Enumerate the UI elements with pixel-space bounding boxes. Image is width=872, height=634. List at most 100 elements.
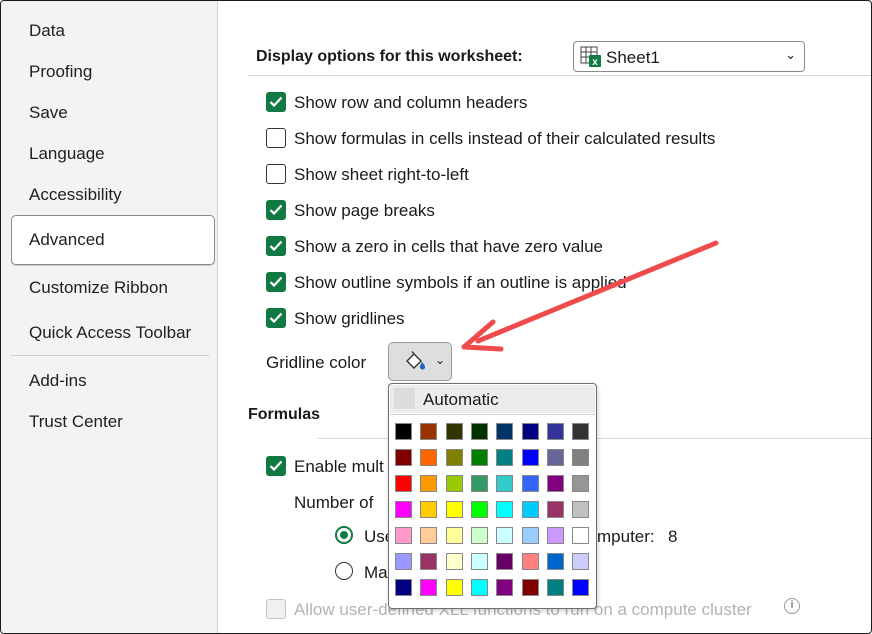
radio-use-all-processors[interactable] <box>335 526 353 544</box>
color-swatch[interactable] <box>496 527 513 544</box>
color-swatch[interactable] <box>420 579 437 596</box>
color-swatch[interactable] <box>471 553 488 570</box>
options-sidebar: Data Proofing Save Language Accessibilit… <box>1 1 218 633</box>
sidebar-item-quick-access-toolbar[interactable]: Quick Access Toolbar <box>29 322 191 344</box>
color-swatch[interactable] <box>446 449 463 466</box>
checkbox-checked[interactable] <box>266 236 286 256</box>
radio-manual[interactable] <box>335 562 353 580</box>
sidebar-item-proofing[interactable]: Proofing <box>29 61 92 83</box>
color-swatch[interactable] <box>572 423 589 440</box>
color-swatch[interactable] <box>446 501 463 518</box>
color-swatch[interactable] <box>547 553 564 570</box>
checkbox-checked[interactable] <box>266 272 286 292</box>
color-swatch[interactable] <box>471 475 488 492</box>
color-swatch[interactable] <box>471 501 488 518</box>
color-swatch[interactable] <box>420 423 437 440</box>
color-swatch[interactable] <box>522 553 539 570</box>
color-swatch[interactable] <box>446 527 463 544</box>
info-icon[interactable]: i <box>784 598 800 614</box>
checkbox-checked[interactable] <box>266 308 286 328</box>
color-swatch[interactable] <box>522 475 539 492</box>
color-swatch[interactable] <box>446 579 463 596</box>
computer-label: mputer: <box>597 527 655 546</box>
excel-sheet-icon: x <box>580 46 601 68</box>
svg-text:x: x <box>592 57 598 68</box>
option-label: Show outline symbols if an outline is ap… <box>294 273 627 292</box>
automatic-color-option[interactable]: Automatic <box>390 385 595 413</box>
color-swatch[interactable] <box>572 579 589 596</box>
color-swatch[interactable] <box>547 423 564 440</box>
display-section-divider <box>248 75 871 76</box>
color-swatch[interactable] <box>572 553 589 570</box>
color-swatch[interactable] <box>420 553 437 570</box>
excel-options-window: Data Proofing Save Language Accessibilit… <box>0 0 872 634</box>
checkbox-checked[interactable] <box>266 200 286 220</box>
checkbox-checked[interactable] <box>266 456 286 476</box>
palette-divider <box>390 414 595 415</box>
color-swatch[interactable] <box>496 553 513 570</box>
color-swatch[interactable] <box>547 501 564 518</box>
color-swatch[interactable] <box>496 579 513 596</box>
color-swatch[interactable] <box>395 501 412 518</box>
color-swatch[interactable] <box>496 449 513 466</box>
color-swatch[interactable] <box>522 423 539 440</box>
option-label: Show row and column headers <box>294 93 528 112</box>
color-swatch[interactable] <box>496 501 513 518</box>
color-swatch[interactable] <box>395 475 412 492</box>
manual-label: Ma <box>364 563 388 582</box>
sidebar-item-customize-ribbon[interactable]: Customize Ribbon <box>29 277 168 299</box>
color-swatch[interactable] <box>496 475 513 492</box>
color-swatch[interactable] <box>471 423 488 440</box>
worksheet-select[interactable]: x Sheet1 ⌄ <box>573 41 805 72</box>
color-swatch[interactable] <box>522 449 539 466</box>
display-options-title: Display options for this worksheet: <box>256 48 523 65</box>
sidebar-item-advanced[interactable]: Advanced <box>29 229 105 251</box>
color-swatch[interactable] <box>471 449 488 466</box>
color-swatch[interactable] <box>420 449 437 466</box>
sidebar-item-language[interactable]: Language <box>29 143 105 165</box>
color-swatch[interactable] <box>572 475 589 492</box>
color-swatch[interactable] <box>471 527 488 544</box>
sidebar-item-trust-center[interactable]: Trust Center <box>29 411 123 433</box>
option-label: Show page breaks <box>294 201 435 220</box>
color-swatch[interactable] <box>446 423 463 440</box>
color-swatch[interactable] <box>572 527 589 544</box>
checkbox-unchecked[interactable] <box>266 128 286 148</box>
color-swatch[interactable] <box>496 423 513 440</box>
sidebar-item-add-ins[interactable]: Add-ins <box>29 370 87 392</box>
color-swatch[interactable] <box>471 579 488 596</box>
color-swatch[interactable] <box>547 449 564 466</box>
color-swatch[interactable] <box>522 501 539 518</box>
color-swatch[interactable] <box>395 579 412 596</box>
sidebar-item-data[interactable]: Data <box>29 20 65 42</box>
color-swatch[interactable] <box>446 553 463 570</box>
color-swatch[interactable] <box>395 527 412 544</box>
color-swatch[interactable] <box>420 527 437 544</box>
color-swatch[interactable] <box>446 475 463 492</box>
checkbox-unchecked[interactable] <box>266 164 286 184</box>
chevron-down-icon: ⌄ <box>785 47 796 62</box>
color-swatch[interactable] <box>572 501 589 518</box>
sidebar-divider <box>11 355 209 356</box>
color-swatch[interactable] <box>420 501 437 518</box>
paint-bucket-icon <box>406 351 425 370</box>
color-swatch[interactable] <box>395 423 412 440</box>
chevron-down-icon: ⌄ <box>435 353 446 367</box>
options-main-panel: Display options for this worksheet: x Sh… <box>218 1 871 633</box>
number-of-threads-label: Number of <box>294 493 374 512</box>
checkbox-checked[interactable] <box>266 92 286 112</box>
color-swatch[interactable] <box>395 449 412 466</box>
sidebar-item-save[interactable]: Save <box>29 102 68 124</box>
automatic-swatch <box>394 388 415 409</box>
option-label: Enable mult <box>294 457 384 476</box>
color-swatch[interactable] <box>547 527 564 544</box>
color-swatch[interactable] <box>522 579 539 596</box>
color-swatch[interactable] <box>547 579 564 596</box>
color-swatch[interactable] <box>420 475 437 492</box>
color-swatch[interactable] <box>572 449 589 466</box>
sidebar-item-accessibility[interactable]: Accessibility <box>29 184 122 206</box>
gridline-color-button[interactable]: ⌄ <box>388 342 452 381</box>
color-swatch[interactable] <box>547 475 564 492</box>
color-swatch[interactable] <box>395 553 412 570</box>
color-swatch[interactable] <box>522 527 539 544</box>
